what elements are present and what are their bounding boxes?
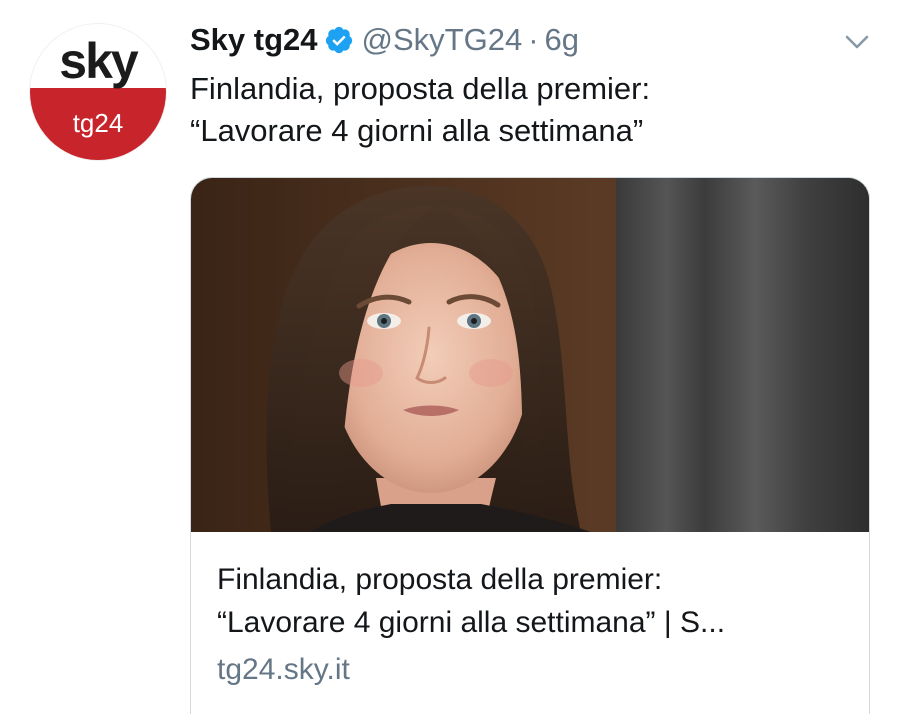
avatar-logo-sky: sky — [59, 33, 138, 89]
chevron-down-icon[interactable] — [842, 30, 872, 54]
avatar-logo-tg24: tg24 — [72, 108, 124, 138]
tweet-text-line: Finlandia, proposta della premier: — [190, 71, 651, 106]
link-card[interactable]: Finlandia, proposta della premier: “Lavo… — [190, 177, 870, 714]
card-title-line: “Lavorare 4 giorni alla settimana” | S..… — [217, 606, 726, 639]
card-image[interactable] — [191, 178, 869, 532]
tweet-header: Sky tg24 @SkyTG24 · 6g — [190, 20, 579, 60]
timestamp[interactable]: 6g — [545, 22, 579, 58]
tweet-text: Finlandia, proposta della premier: “Lavo… — [190, 68, 870, 152]
tweet[interactable]: sky tg24 Sky tg24 @SkyTG24 · 6g Finlandi… — [0, 0, 900, 714]
display-name[interactable]: Sky tg24 — [190, 22, 318, 58]
separator-dot: · — [528, 22, 539, 57]
handle[interactable]: @SkyTG24 — [362, 22, 523, 58]
card-body: Finlandia, proposta della premier: “Lavo… — [217, 558, 857, 690]
tweet-text-line: “Lavorare 4 giorni alla settimana” — [190, 113, 644, 148]
card-domain[interactable]: tg24.sky.it — [217, 650, 857, 690]
card-title-line: Finlandia, proposta della premier: — [217, 563, 663, 596]
verified-badge-icon — [324, 25, 354, 55]
avatar[interactable]: sky tg24 — [30, 24, 166, 160]
